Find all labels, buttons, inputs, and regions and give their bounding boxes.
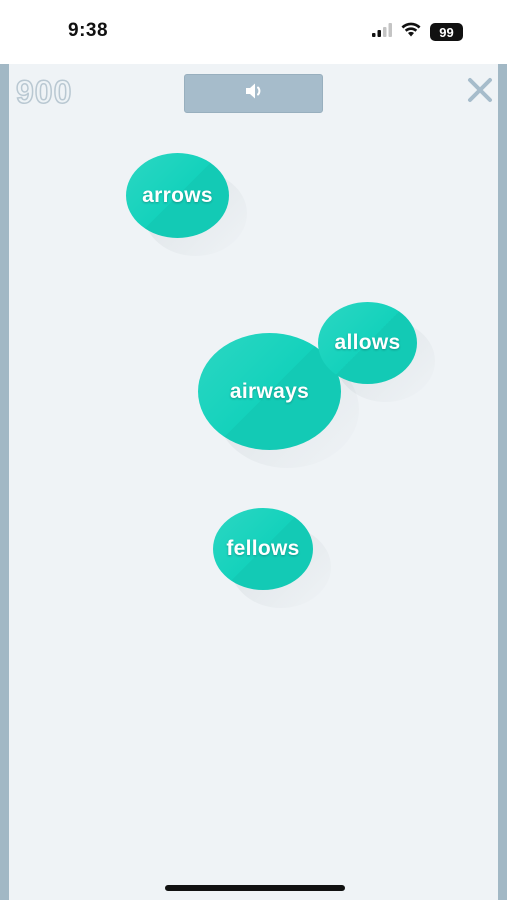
score-counter: 900 [15, 73, 73, 111]
status-icons: 99 [372, 22, 463, 42]
close-icon [467, 77, 493, 108]
bubble-word: arrows [142, 183, 213, 207]
word-bubble-fellows[interactable]: fellows [213, 508, 313, 590]
word-bubble-allows[interactable]: allows [318, 302, 417, 384]
wifi-icon [401, 22, 421, 42]
sound-toggle-button[interactable] [184, 74, 323, 113]
word-bubble-arrows[interactable]: arrows [126, 153, 229, 238]
bubble-word: fellows [226, 537, 300, 560]
status-bar: 9:38 99 [0, 0, 507, 64]
cellular-signal-icon [372, 22, 392, 42]
speaker-icon [244, 82, 264, 105]
close-button[interactable] [464, 76, 496, 108]
bubble-word: airways [229, 379, 310, 403]
game-frame: 900 [0, 64, 507, 900]
status-time: 9:38 [68, 20, 109, 41]
bubble-word: allows [334, 331, 401, 354]
home-indicator [165, 885, 345, 891]
game-screen: 9:38 99 900 arrows airways allows fellow… [0, 0, 507, 900]
battery-icon: 99 [430, 23, 463, 41]
